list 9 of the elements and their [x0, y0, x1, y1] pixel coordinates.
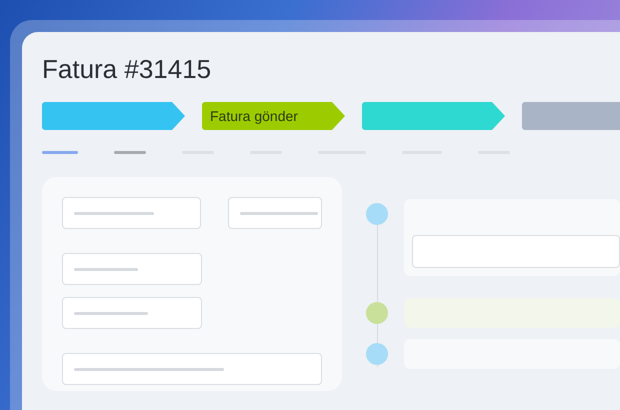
input-field[interactable] [62, 253, 202, 285]
input-field[interactable] [62, 297, 202, 329]
tab[interactable] [114, 151, 146, 154]
input-field[interactable] [62, 197, 202, 229]
input-field[interactable] [412, 235, 620, 268]
window-title: Fatura #31415 [42, 53, 212, 86]
input-field[interactable] [228, 197, 322, 229]
tab[interactable] [42, 151, 78, 154]
input-field[interactable] [62, 353, 322, 385]
